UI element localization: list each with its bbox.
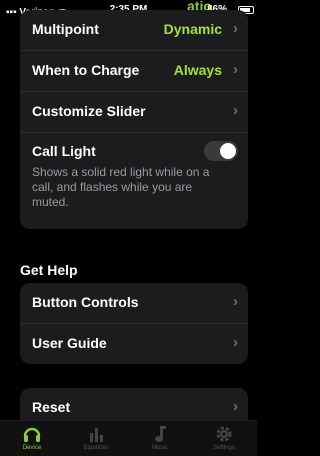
- tab-label: Music: [152, 445, 168, 451]
- chevron-right-icon: ›: [233, 334, 238, 351]
- customize-slider-row[interactable]: Customize Slider ›: [20, 92, 248, 133]
- row-label: User Guide: [32, 335, 107, 351]
- chevron-right-icon: ›: [233, 398, 238, 415]
- tab-label: Device: [22, 445, 42, 451]
- call-light-description: Shows a solid red light while on a call,…: [32, 165, 210, 209]
- chevron-right-icon: ›: [233, 61, 238, 78]
- tab-label: Equalizer: [83, 445, 109, 451]
- equalizer-icon: [90, 428, 103, 442]
- tab-bar: Device Equalizer Music Settings: [0, 420, 257, 456]
- call-light-row: Call Light Shows a solid red light while…: [20, 133, 248, 229]
- row-label: Customize Slider: [32, 103, 146, 119]
- tab-settings[interactable]: Settings: [192, 423, 256, 451]
- get-help-heading: Get Help: [20, 262, 78, 278]
- button-controls-row[interactable]: Button Controls ›: [20, 283, 248, 324]
- row-label: Reset: [32, 399, 71, 415]
- row-label: When to Charge: [32, 62, 140, 78]
- chevron-right-icon: ›: [233, 293, 238, 310]
- tab-label: Settings: [213, 445, 235, 451]
- settings-card: Multipoint Dynamic › When to Charge Alwa…: [20, 10, 248, 229]
- chevron-right-icon: ›: [233, 20, 238, 37]
- multipoint-row[interactable]: Multipoint Dynamic ›: [20, 10, 248, 51]
- row-label: Button Controls: [32, 294, 139, 310]
- when-to-charge-row[interactable]: When to Charge Always ›: [20, 51, 248, 92]
- gear-icon: [216, 426, 232, 442]
- call-light-toggle[interactable]: [204, 141, 238, 161]
- tab-device[interactable]: Device: [0, 423, 64, 451]
- tab-music[interactable]: Music: [128, 423, 192, 451]
- headphones-icon: [23, 427, 41, 442]
- tab-equalizer[interactable]: Equalizer: [64, 423, 128, 451]
- call-light-label: Call Light: [32, 143, 96, 159]
- row-value: Dynamic: [163, 21, 222, 37]
- chevron-right-icon: ›: [233, 102, 238, 119]
- get-help-card: Button Controls › User Guide ›: [20, 283, 248, 364]
- user-guide-row[interactable]: User Guide ›: [20, 324, 248, 364]
- row-value: Always: [173, 62, 222, 78]
- music-note-icon: [155, 426, 166, 442]
- row-label: Multipoint: [32, 21, 99, 37]
